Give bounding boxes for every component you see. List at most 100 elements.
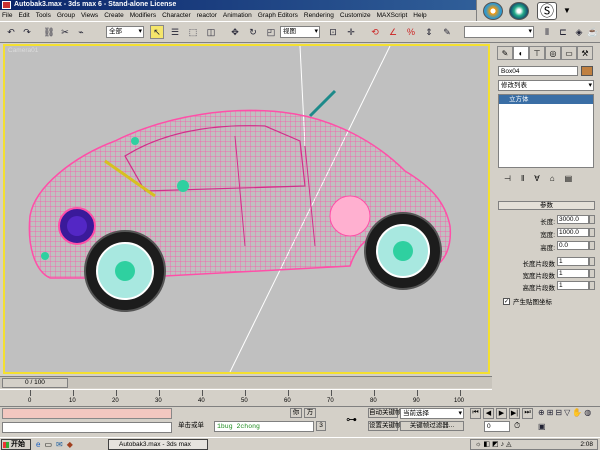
mirror-icon[interactable]: ⟲ xyxy=(368,25,382,39)
stack-item-box[interactable]: 立方体 xyxy=(499,95,593,104)
zoom-all-icon[interactable]: ⊞ xyxy=(547,408,554,420)
status-small-btn-b[interactable]: 万 xyxy=(304,408,316,418)
redo-icon[interactable]: ↷ xyxy=(20,25,34,39)
menu-help[interactable]: Help xyxy=(413,12,426,19)
width-input[interactable]: 1000.0 xyxy=(557,228,589,237)
window-crossing-icon[interactable]: ◫ xyxy=(204,25,218,39)
display-tab-icon[interactable]: ▭ xyxy=(561,46,577,60)
outlook-icon[interactable]: ✉ xyxy=(56,440,63,449)
zoom-icon[interactable]: ⊕ xyxy=(538,408,545,420)
make-unique-icon[interactable]: ∀ xyxy=(534,174,539,184)
parameters-rollout[interactable]: 参数 xyxy=(498,201,595,210)
rotate-icon[interactable]: ↻ xyxy=(246,25,260,39)
align-icon[interactable]: ⊏ xyxy=(556,25,570,39)
modify-tab-icon[interactable]: ◐ xyxy=(513,46,529,60)
dropdown-icon[interactable]: ▼ xyxy=(563,6,571,15)
camera-viewport[interactable]: Camera01 xyxy=(3,44,490,374)
auto-key-button[interactable]: 自动关键帧 xyxy=(368,408,402,418)
length-segs-spinner[interactable] xyxy=(589,257,595,266)
menu-rendering[interactable]: Rendering xyxy=(304,12,334,19)
select-by-name-icon[interactable]: ☰ xyxy=(168,25,182,39)
create-tab-icon[interactable]: ✎ xyxy=(497,46,513,60)
spiral-icon[interactable]: Ⓢ xyxy=(537,2,557,20)
time-slider[interactable]: 0 / 100 xyxy=(2,378,68,388)
modifier-list-dropdown[interactable]: 修改列表 xyxy=(498,80,594,91)
height-segs-input[interactable]: 1 xyxy=(557,281,589,290)
tray-icons[interactable]: ☼◧◩♪◬ xyxy=(475,440,514,449)
menu-create[interactable]: Create xyxy=(104,12,124,19)
zoom-extents-icon[interactable]: ⊟ xyxy=(555,408,562,420)
length-input[interactable]: 3000.0 xyxy=(557,215,589,224)
mirror-tool-icon[interactable]: ⫴ xyxy=(540,25,554,39)
utilities-tab-icon[interactable]: ⚒ xyxy=(577,46,593,60)
snap-icon[interactable]: ∠ xyxy=(386,25,400,39)
axis-constraint-icon[interactable]: ✛ xyxy=(344,25,358,39)
named-selection-icon[interactable]: ✎ xyxy=(440,25,454,39)
unlink-icon[interactable]: ✂ xyxy=(58,25,72,39)
material-editor-icon[interactable]: ◈ xyxy=(572,25,586,39)
menu-maxscript[interactable]: MAXScript xyxy=(377,12,408,19)
menu-modifiers[interactable]: Modifiers xyxy=(130,12,156,19)
render-icon[interactable]: ☕ xyxy=(586,25,600,39)
selection-set-dropdown[interactable]: 当前选择 xyxy=(400,408,464,419)
maxscript-listener-top[interactable] xyxy=(2,408,172,419)
hierarchy-tab-icon[interactable]: ⊤ xyxy=(529,46,545,60)
spinner-snap-icon[interactable]: ⇕ xyxy=(422,25,436,39)
prev-frame-icon[interactable]: ◀ xyxy=(483,408,494,419)
set-key-button[interactable]: 设置关键帧 xyxy=(368,421,402,431)
height-segs-spinner[interactable] xyxy=(589,281,595,290)
length-spinner[interactable] xyxy=(589,215,595,224)
reference-coord-dropdown[interactable]: 视图 xyxy=(280,26,320,38)
menu-reactor[interactable]: reactor xyxy=(197,12,217,19)
goto-start-icon[interactable]: ⏮ xyxy=(470,408,481,419)
menu-tools[interactable]: Tools xyxy=(36,12,51,19)
desktop-icon[interactable]: ▭ xyxy=(44,440,52,449)
status-small-btn-a[interactable]: 你 xyxy=(290,408,302,418)
goto-end-icon[interactable]: ⏭ xyxy=(522,408,533,419)
motion-tab-icon[interactable]: ◎ xyxy=(545,46,561,60)
key-filters-button[interactable]: 关键帧过滤器... xyxy=(400,421,464,431)
select-icon[interactable]: ↖ xyxy=(150,25,164,39)
generate-mapping-checkbox[interactable]: ✓ xyxy=(503,297,510,305)
show-end-result-icon[interactable]: ‖ xyxy=(521,174,524,184)
track-bar[interactable]: 0 10 20 30 40 50 60 70 80 90 100 xyxy=(0,389,492,405)
orbit-icon[interactable]: ◍ xyxy=(584,408,591,420)
length-segs-input[interactable]: 1 xyxy=(557,257,589,266)
object-name-field[interactable]: Box04 xyxy=(498,66,578,76)
task-3dsmax[interactable]: Autobak3.max - 3ds max xyxy=(108,439,208,450)
menu-customize[interactable]: Customize xyxy=(340,12,371,19)
menu-views[interactable]: Views xyxy=(81,12,98,19)
named-selection-set-dropdown[interactable] xyxy=(464,26,534,38)
current-frame-field[interactable]: 0 xyxy=(484,421,510,432)
width-spinner[interactable] xyxy=(589,228,595,237)
menu-graph-editors[interactable]: Graph Editors xyxy=(258,12,298,19)
menu-edit[interactable]: Edit xyxy=(18,12,29,19)
max-icon[interactable]: ◆ xyxy=(67,440,73,449)
start-button[interactable]: 开始 xyxy=(1,439,31,450)
width-segs-spinner[interactable] xyxy=(589,269,595,278)
pivot-icon[interactable]: ⊡ xyxy=(326,25,340,39)
scale-icon[interactable]: ◰ xyxy=(264,25,278,39)
undo-icon[interactable]: ↶ xyxy=(4,25,18,39)
pan-icon[interactable]: ✋ xyxy=(572,408,582,420)
play-icon[interactable]: ▶ xyxy=(496,408,507,419)
configure-icon[interactable]: ▤ xyxy=(565,174,573,184)
status-small-btn-c[interactable]: 3 xyxy=(316,421,326,431)
bind-icon[interactable]: ⌁ xyxy=(74,25,88,39)
region-select-icon[interactable]: ⬚ xyxy=(186,25,200,39)
link-icon[interactable]: ⛓ xyxy=(42,25,56,39)
menu-group[interactable]: Group xyxy=(57,12,75,19)
menu-animation[interactable]: Animation xyxy=(223,12,252,19)
pin-stack-icon[interactable]: ⊣ xyxy=(504,174,511,184)
ie-icon[interactable]: e xyxy=(36,440,40,449)
browser-icon[interactable] xyxy=(483,2,503,20)
maximize-viewport-icon[interactable]: ▣ xyxy=(538,422,546,434)
time-slider-track[interactable]: 0 / 100 xyxy=(0,376,492,388)
selection-filter-dropdown[interactable]: 全部 xyxy=(106,26,144,38)
globe-icon[interactable] xyxy=(509,2,529,20)
height-spinner[interactable] xyxy=(589,241,595,250)
object-color-swatch[interactable] xyxy=(581,66,593,76)
width-segs-input[interactable]: 1 xyxy=(557,269,589,278)
height-input[interactable]: 0.0 xyxy=(557,241,589,250)
menu-character[interactable]: Character xyxy=(162,12,191,19)
